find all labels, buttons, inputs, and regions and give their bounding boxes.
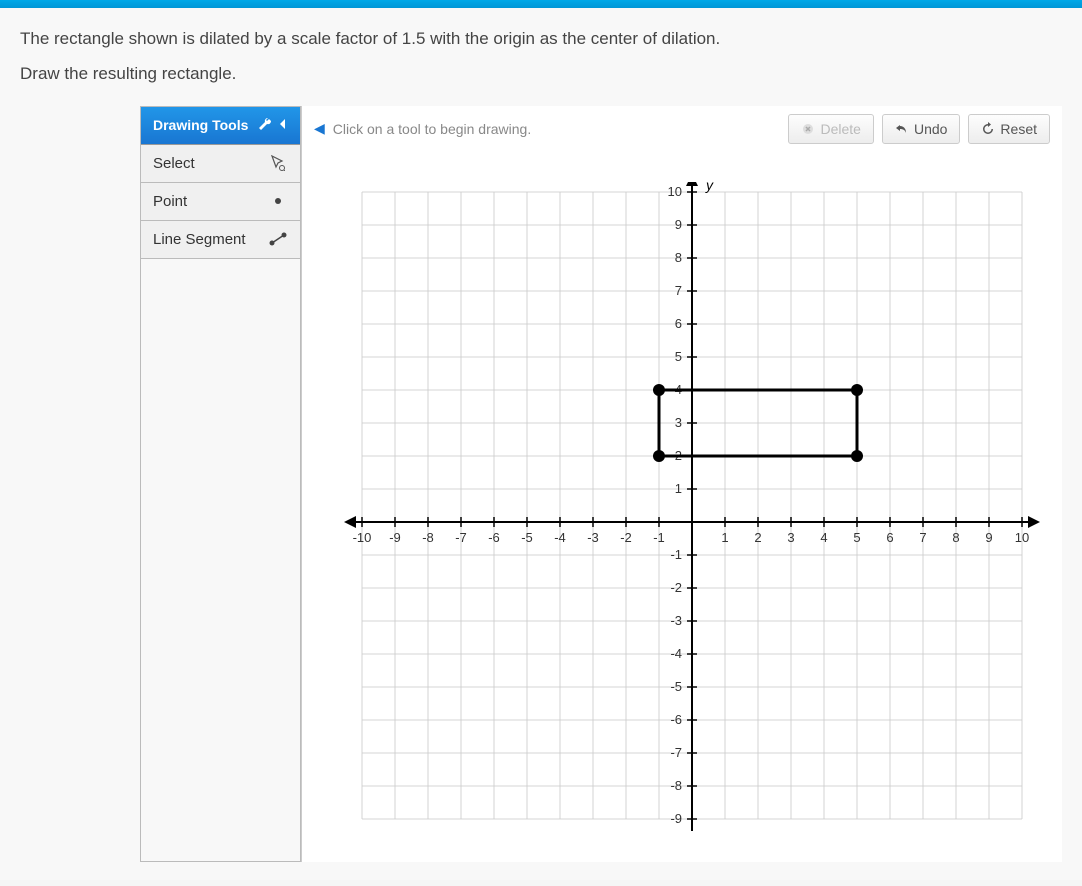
svg-text:-4: -4 <box>554 530 566 545</box>
svg-text:-2: -2 <box>620 530 632 545</box>
reset-icon <box>981 122 995 136</box>
reset-label: Reset <box>1000 121 1037 137</box>
svg-text:3: 3 <box>675 415 682 430</box>
svg-text:6: 6 <box>886 530 893 545</box>
svg-text:-3: -3 <box>587 530 599 545</box>
tool-point[interactable]: Point <box>141 183 300 221</box>
workspace: Drawing Tools Select Point <box>140 106 1062 862</box>
tools-header-label: Drawing Tools <box>153 117 248 133</box>
svg-text:-6: -6 <box>670 712 682 727</box>
svg-text:-9: -9 <box>389 530 401 545</box>
svg-text:7: 7 <box>919 530 926 545</box>
svg-text:5: 5 <box>853 530 860 545</box>
collapse-arrow-icon[interactable] <box>278 117 288 134</box>
undo-icon <box>895 122 909 136</box>
tools-panel: Drawing Tools Select Point <box>140 106 301 862</box>
delete-label: Delete <box>820 121 860 137</box>
delete-button[interactable]: Delete <box>788 114 873 144</box>
tools-header: Drawing Tools <box>141 107 300 145</box>
tool-select-label: Select <box>153 155 195 172</box>
tool-line-segment[interactable]: Line Segment <box>141 221 300 259</box>
undo-label: Undo <box>914 121 947 137</box>
svg-text:8: 8 <box>952 530 959 545</box>
canvas-toolbar: ◀ Click on a tool to begin drawing. Dele… <box>302 106 1062 152</box>
svg-text:-6: -6 <box>488 530 500 545</box>
svg-text:-5: -5 <box>670 679 682 694</box>
svg-text:-2: -2 <box>670 580 682 595</box>
svg-text:-1: -1 <box>670 547 682 562</box>
segment-icon <box>268 231 288 247</box>
undo-button[interactable]: Undo <box>882 114 960 144</box>
tool-select[interactable]: Select <box>141 145 300 183</box>
svg-text:-4: -4 <box>670 646 682 661</box>
svg-text:-7: -7 <box>670 745 682 760</box>
svg-text:-8: -8 <box>422 530 434 545</box>
svg-text:10: 10 <box>668 184 682 199</box>
hint-arrow-icon: ◀ <box>314 120 325 137</box>
svg-text:6: 6 <box>675 316 682 331</box>
svg-text:3: 3 <box>787 530 794 545</box>
svg-text:1: 1 <box>721 530 728 545</box>
window-top-bar <box>0 0 1082 8</box>
canvas-area: ◀ Click on a tool to begin drawing. Dele… <box>301 106 1062 862</box>
cursor-icon <box>268 155 288 171</box>
coordinate-grid[interactable]: -10 -9 -8 -7 -6 -5 -4 -3 -2 -1 1 2 3 4 5 6 7 8 9 10 -9 -8 -7 -6… <box>342 182 1042 862</box>
svg-text:5: 5 <box>675 349 682 364</box>
svg-text:7: 7 <box>675 283 682 298</box>
svg-text:9: 9 <box>985 530 992 545</box>
question-line-1: The rectangle shown is dilated by a scal… <box>20 26 1062 52</box>
reset-button[interactable]: Reset <box>968 114 1050 144</box>
question-line-2: Draw the resulting rectangle. <box>20 64 1062 84</box>
svg-text:1: 1 <box>675 481 682 496</box>
svg-text:10: 10 <box>1015 530 1029 545</box>
graph-container[interactable]: -10 -9 -8 -7 -6 -5 -4 -3 -2 -1 1 2 3 4 5 6 7 8 9 10 -9 -8 -7 -6… <box>342 182 1042 862</box>
svg-text:2: 2 <box>754 530 761 545</box>
content-area: The rectangle shown is dilated by a scal… <box>0 8 1082 880</box>
svg-text:-5: -5 <box>521 530 533 545</box>
tool-segment-label: Line Segment <box>153 231 246 248</box>
svg-text:8: 8 <box>675 250 682 265</box>
delete-icon <box>801 122 815 136</box>
svg-text:-8: -8 <box>670 778 682 793</box>
point-icon <box>268 193 288 209</box>
svg-text:y: y <box>705 182 714 193</box>
svg-text:-1: -1 <box>653 530 665 545</box>
svg-text:-9: -9 <box>670 811 682 826</box>
svg-text:9: 9 <box>675 217 682 232</box>
svg-text:4: 4 <box>820 530 827 545</box>
hint-text: Click on a tool to begin drawing. <box>333 121 781 137</box>
wrench-icon[interactable] <box>258 117 272 134</box>
svg-text:-7: -7 <box>455 530 467 545</box>
svg-text:-10: -10 <box>353 530 372 545</box>
svg-text:-3: -3 <box>670 613 682 628</box>
tool-point-label: Point <box>153 193 187 210</box>
